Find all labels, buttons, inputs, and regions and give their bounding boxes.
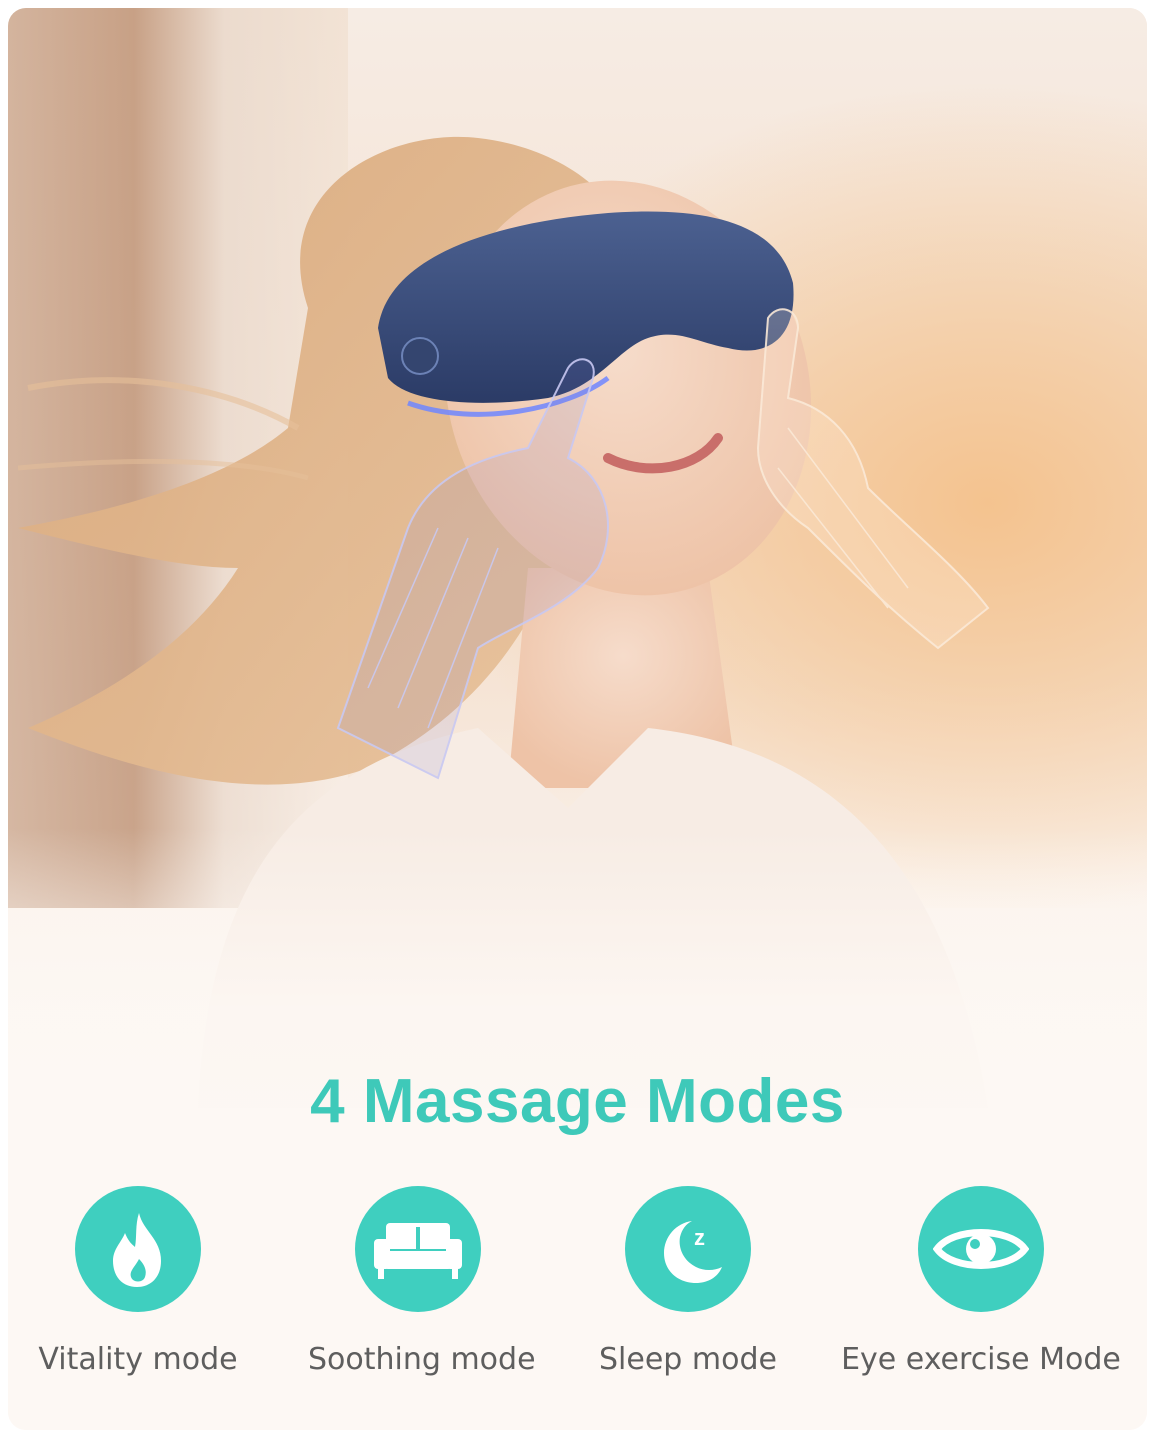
mode-label: Soothing mode bbox=[308, 1342, 536, 1377]
mode-vitality: Vitality mode bbox=[38, 1186, 238, 1377]
mode-label: Eye exercise Mode bbox=[841, 1342, 1121, 1377]
svg-text:z: z bbox=[694, 1225, 705, 1250]
mode-label: Vitality mode bbox=[38, 1342, 238, 1377]
mode-soothing: Soothing mode bbox=[308, 1186, 536, 1377]
wireframe-hand-right bbox=[756, 308, 990, 650]
mode-label: Sleep mode bbox=[599, 1342, 777, 1377]
mode-eye-exercise: Eye exercise Mode bbox=[834, 1186, 1128, 1377]
mode-sleep: z Sleep mode bbox=[588, 1186, 788, 1377]
product-banner: 4 Massage Modes Vitality mode Soothing m… bbox=[8, 8, 1147, 1430]
mask-logo bbox=[401, 337, 439, 375]
headline: 4 Massage Modes bbox=[310, 1067, 845, 1136]
flame-icon bbox=[75, 1186, 201, 1312]
sofa-icon bbox=[355, 1186, 481, 1312]
moon-sleep-icon: z bbox=[625, 1186, 751, 1312]
mode-list: Vitality mode Soothing mode z Sleep mode… bbox=[8, 1186, 1147, 1386]
eye-icon bbox=[918, 1186, 1044, 1312]
